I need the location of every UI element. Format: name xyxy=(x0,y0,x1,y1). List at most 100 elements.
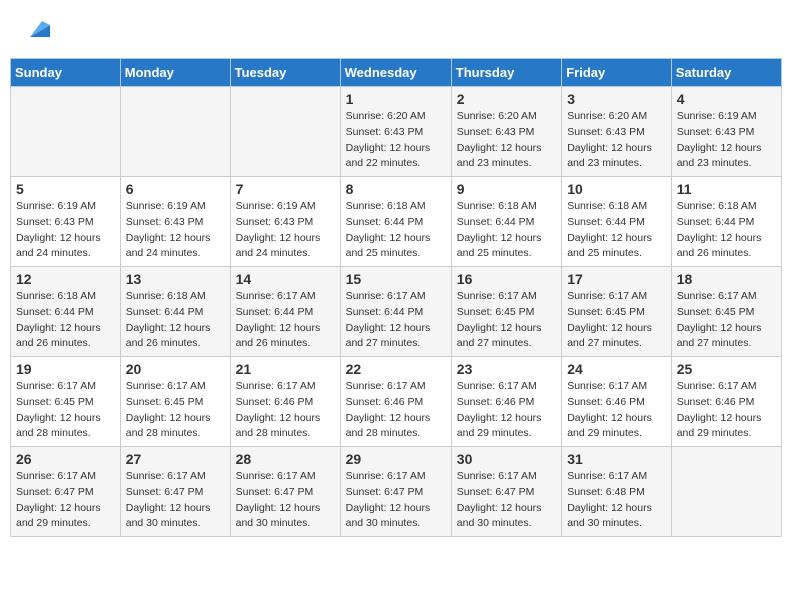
calendar-day-cell: 12Sunrise: 6:18 AMSunset: 6:44 PMDayligh… xyxy=(11,267,121,357)
day-header-sunday: Sunday xyxy=(11,59,121,87)
calendar-day-cell: 10 Sunrise: 6:18 AMSunset: 6:44 PMDayligh… xyxy=(562,177,672,267)
calendar-day-cell: 16 Sunrise: 6:17 AMSunset: 6:45 PMDayligh… xyxy=(451,267,561,357)
day-info: Sunrise: 6:17 AMSunset: 6:47 PMDaylight:… xyxy=(16,469,115,532)
calendar-day-cell: 19 Sunrise: 6:17 AMSunset: 6:45 PMDayligh… xyxy=(11,357,121,447)
calendar-day-cell: 4 Sunrise: 6:19 AMSunset: 6:43 PMDaylight… xyxy=(671,87,781,177)
calendar-table: SundayMondayTuesdayWednesdayThursdayFrid… xyxy=(10,58,782,537)
calendar-day-cell: 28 Sunrise: 6:17 AMSunset: 6:47 PMDayligh… xyxy=(230,447,340,537)
day-header-thursday: Thursday xyxy=(451,59,561,87)
day-number: 10 xyxy=(567,181,666,197)
calendar-day-cell: 13Sunrise: 6:18 AMSunset: 6:44 PMDayligh… xyxy=(120,267,230,357)
day-number: 24 xyxy=(567,361,666,377)
calendar-day-cell: 21Sunrise: 6:17 AMSunset: 6:46 PMDayligh… xyxy=(230,357,340,447)
day-info: Sunrise: 6:17 AMSunset: 6:47 PMDaylight:… xyxy=(457,469,556,532)
day-info: Sunrise: 6:17 AMSunset: 6:44 PMDaylight:… xyxy=(346,289,446,352)
day-number: 29 xyxy=(346,451,446,467)
calendar-day-cell: 31 Sunrise: 6:17 AMSunset: 6:48 PMDayligh… xyxy=(562,447,672,537)
calendar-day-cell: 7 Sunrise: 6:19 AMSunset: 6:43 PMDaylight… xyxy=(230,177,340,267)
day-info: Sunrise: 6:17 AMSunset: 6:45 PMDaylight:… xyxy=(677,289,776,352)
day-number: 31 xyxy=(567,451,666,467)
day-info: Sunrise: 6:17 AMSunset: 6:46 PMDaylight:… xyxy=(457,379,556,442)
day-info: Sunrise: 6:20 AMSunset: 6:43 PMDaylight:… xyxy=(346,109,446,172)
calendar-day-cell: 22 Sunrise: 6:17 AMSunset: 6:46 PMDayligh… xyxy=(340,357,451,447)
day-info: Sunrise: 6:17 AMSunset: 6:46 PMDaylight:… xyxy=(677,379,776,442)
day-info: Sunrise: 6:19 AMSunset: 6:43 PMDaylight:… xyxy=(236,199,335,262)
calendar-day-cell xyxy=(120,87,230,177)
day-number: 26 xyxy=(16,451,115,467)
calendar-day-cell: 20Sunrise: 6:17 AMSunset: 6:45 PMDayligh… xyxy=(120,357,230,447)
day-header-tuesday: Tuesday xyxy=(230,59,340,87)
day-number: 1 xyxy=(346,91,446,107)
day-number: 3 xyxy=(567,91,666,107)
calendar-day-cell xyxy=(230,87,340,177)
calendar-week-row: 1 Sunrise: 6:20 AMSunset: 6:43 PMDaylight… xyxy=(11,87,782,177)
calendar-day-cell xyxy=(11,87,121,177)
day-info: Sunrise: 6:18 AMSunset: 6:44 PMDaylight:… xyxy=(567,199,666,262)
calendar-day-cell: 17Sunrise: 6:17 AMSunset: 6:45 PMDayligh… xyxy=(562,267,672,357)
logo xyxy=(20,15,50,43)
day-info: Sunrise: 6:18 AMSunset: 6:44 PMDaylight:… xyxy=(677,199,776,262)
day-number: 16 xyxy=(457,271,556,287)
day-header-saturday: Saturday xyxy=(671,59,781,87)
day-number: 15 xyxy=(346,271,446,287)
calendar-day-cell: 25 Sunrise: 6:17 AMSunset: 6:46 PMDayligh… xyxy=(671,357,781,447)
calendar-header-row: SundayMondayTuesdayWednesdayThursdayFrid… xyxy=(11,59,782,87)
day-number: 8 xyxy=(346,181,446,197)
day-number: 19 xyxy=(16,361,115,377)
day-number: 4 xyxy=(677,91,776,107)
day-number: 30 xyxy=(457,451,556,467)
day-info: Sunrise: 6:17 AMSunset: 6:46 PMDaylight:… xyxy=(346,379,446,442)
day-info: Sunrise: 6:17 AMSunset: 6:45 PMDaylight:… xyxy=(16,379,115,442)
day-number: 11 xyxy=(677,181,776,197)
calendar-week-row: 19 Sunrise: 6:17 AMSunset: 6:45 PMDayligh… xyxy=(11,357,782,447)
day-info: Sunrise: 6:17 AMSunset: 6:47 PMDaylight:… xyxy=(346,469,446,532)
calendar-week-row: 5 Sunrise: 6:19 AMSunset: 6:43 PMDaylight… xyxy=(11,177,782,267)
page-header xyxy=(10,10,782,48)
calendar-day-cell: 18 Sunrise: 6:17 AMSunset: 6:45 PMDayligh… xyxy=(671,267,781,357)
day-header-friday: Friday xyxy=(562,59,672,87)
day-number: 9 xyxy=(457,181,556,197)
day-header-wednesday: Wednesday xyxy=(340,59,451,87)
calendar-day-cell: 2Sunrise: 6:20 AMSunset: 6:43 PMDaylight… xyxy=(451,87,561,177)
day-number: 7 xyxy=(236,181,335,197)
calendar-day-cell: 15 Sunrise: 6:17 AMSunset: 6:44 PMDayligh… xyxy=(340,267,451,357)
day-number: 13 xyxy=(126,271,225,287)
day-number: 25 xyxy=(677,361,776,377)
calendar-day-cell: 11 Sunrise: 6:18 AMSunset: 6:44 PMDayligh… xyxy=(671,177,781,267)
calendar-day-cell: 9Sunrise: 6:18 AMSunset: 6:44 PMDaylight… xyxy=(451,177,561,267)
calendar-week-row: 26 Sunrise: 6:17 AMSunset: 6:47 PMDayligh… xyxy=(11,447,782,537)
day-header-monday: Monday xyxy=(120,59,230,87)
day-number: 18 xyxy=(677,271,776,287)
day-number: 2 xyxy=(457,91,556,107)
day-info: Sunrise: 6:17 AMSunset: 6:46 PMDaylight:… xyxy=(567,379,666,442)
day-info: Sunrise: 6:19 AMSunset: 6:43 PMDaylight:… xyxy=(126,199,225,262)
day-info: Sunrise: 6:20 AMSunset: 6:43 PMDaylight:… xyxy=(567,109,666,172)
calendar-day-cell: 23 Sunrise: 6:17 AMSunset: 6:46 PMDayligh… xyxy=(451,357,561,447)
day-info: Sunrise: 6:19 AMSunset: 6:43 PMDaylight:… xyxy=(16,199,115,262)
day-number: 17 xyxy=(567,271,666,287)
day-number: 12 xyxy=(16,271,115,287)
day-info: Sunrise: 6:17 AMSunset: 6:47 PMDaylight:… xyxy=(236,469,335,532)
day-number: 6 xyxy=(126,181,225,197)
calendar-week-row: 12Sunrise: 6:18 AMSunset: 6:44 PMDayligh… xyxy=(11,267,782,357)
day-number: 28 xyxy=(236,451,335,467)
day-number: 22 xyxy=(346,361,446,377)
day-number: 23 xyxy=(457,361,556,377)
day-info: Sunrise: 6:19 AMSunset: 6:43 PMDaylight:… xyxy=(677,109,776,172)
day-info: Sunrise: 6:17 AMSunset: 6:45 PMDaylight:… xyxy=(457,289,556,352)
day-number: 20 xyxy=(126,361,225,377)
calendar-day-cell: 6 Sunrise: 6:19 AMSunset: 6:43 PMDaylight… xyxy=(120,177,230,267)
calendar-day-cell: 26 Sunrise: 6:17 AMSunset: 6:47 PMDayligh… xyxy=(11,447,121,537)
calendar-day-cell: 29 Sunrise: 6:17 AMSunset: 6:47 PMDayligh… xyxy=(340,447,451,537)
day-info: Sunrise: 6:17 AMSunset: 6:46 PMDaylight:… xyxy=(236,379,335,442)
calendar-day-cell: 3 Sunrise: 6:20 AMSunset: 6:43 PMDaylight… xyxy=(562,87,672,177)
calendar-day-cell: 8 Sunrise: 6:18 AMSunset: 6:44 PMDaylight… xyxy=(340,177,451,267)
day-info: Sunrise: 6:17 AMSunset: 6:48 PMDaylight:… xyxy=(567,469,666,532)
calendar-day-cell: 24 Sunrise: 6:17 AMSunset: 6:46 PMDayligh… xyxy=(562,357,672,447)
day-info: Sunrise: 6:18 AMSunset: 6:44 PMDaylight:… xyxy=(346,199,446,262)
day-number: 5 xyxy=(16,181,115,197)
calendar-day-cell: 30 Sunrise: 6:17 AMSunset: 6:47 PMDayligh… xyxy=(451,447,561,537)
calendar-day-cell: 1 Sunrise: 6:20 AMSunset: 6:43 PMDaylight… xyxy=(340,87,451,177)
calendar-day-cell: 27Sunrise: 6:17 AMSunset: 6:47 PMDayligh… xyxy=(120,447,230,537)
day-number: 27 xyxy=(126,451,225,467)
